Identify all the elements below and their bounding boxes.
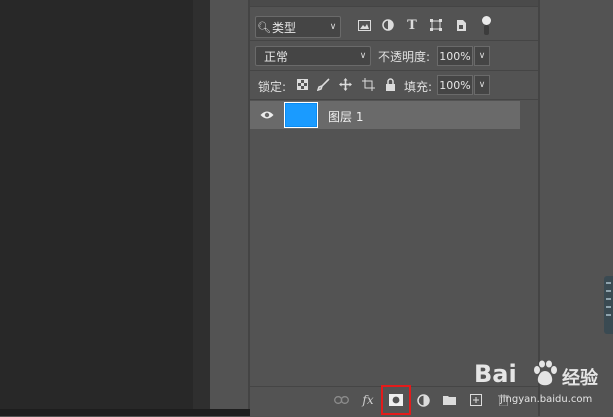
watermark-brand: Bai	[474, 360, 517, 388]
dock-collapse-handle[interactable]	[604, 276, 613, 334]
watermark-brand-suffix: 经验	[562, 368, 598, 389]
filter-kind-label: 类型	[272, 20, 297, 35]
chevron-down-icon: ∨	[359, 51, 367, 61]
opacity-label: 不透明度:	[378, 50, 431, 64]
chevron-down-icon: ∨	[478, 51, 486, 61]
panel-gutter	[210, 0, 248, 416]
lock-image-pixels-icon[interactable]	[316, 77, 330, 91]
filter-toggle[interactable]	[482, 16, 491, 36]
blend-mode-label: 正常	[264, 49, 289, 64]
fill-dropdown-button[interactable]: ∨	[474, 75, 490, 95]
link-icon[interactable]	[333, 392, 349, 408]
canvas-area[interactable]	[0, 0, 193, 416]
lock-label: 锁定:	[258, 80, 287, 94]
shape-filter-icon[interactable]	[429, 18, 443, 32]
lock-artboard-icon[interactable]	[361, 77, 375, 91]
type-filter-icon[interactable]: T	[405, 18, 419, 33]
folder-icon[interactable]	[441, 392, 457, 408]
chevron-down-icon: ∨	[478, 80, 486, 90]
divider	[250, 99, 538, 100]
lock-position-icon[interactable]	[338, 77, 352, 91]
layer-thumbnail-fill	[286, 104, 316, 126]
filter-kind-select[interactable]: 🔍︎ 类型 ∨	[255, 16, 341, 38]
baidu-paw-logo	[532, 360, 558, 388]
search-icon: 🔍︎	[257, 20, 271, 34]
fx-icon[interactable]: fx	[360, 392, 376, 408]
divider	[250, 70, 538, 71]
smart-object-filter-icon[interactable]	[454, 18, 468, 32]
adjustment-filter-icon[interactable]	[381, 18, 395, 32]
watermark-url: jingyan.baidu.com	[500, 394, 593, 405]
canvas-strip	[193, 0, 210, 409]
divider	[250, 40, 538, 41]
adjustment-icon[interactable]	[415, 392, 431, 408]
blend-mode-select[interactable]: 正常 ∨	[255, 46, 371, 66]
lock-all-icon[interactable]	[383, 77, 397, 91]
fill-input[interactable]: 100%	[437, 75, 473, 95]
eye-icon[interactable]	[260, 109, 274, 119]
highlight-box	[381, 385, 411, 415]
lock-transparent-pixels-icon[interactable]	[295, 77, 309, 91]
panel-top-border	[250, 6, 538, 7]
fill-label: 填充:	[404, 80, 433, 94]
opacity-input[interactable]: 100%	[437, 46, 473, 66]
layer-name[interactable]: 图层 1	[328, 108, 363, 125]
status-strip	[0, 409, 250, 416]
pixel-filter-icon[interactable]	[357, 18, 371, 32]
chevron-down-icon: ∨	[329, 22, 337, 32]
opacity-dropdown-button[interactable]: ∨	[474, 46, 490, 66]
